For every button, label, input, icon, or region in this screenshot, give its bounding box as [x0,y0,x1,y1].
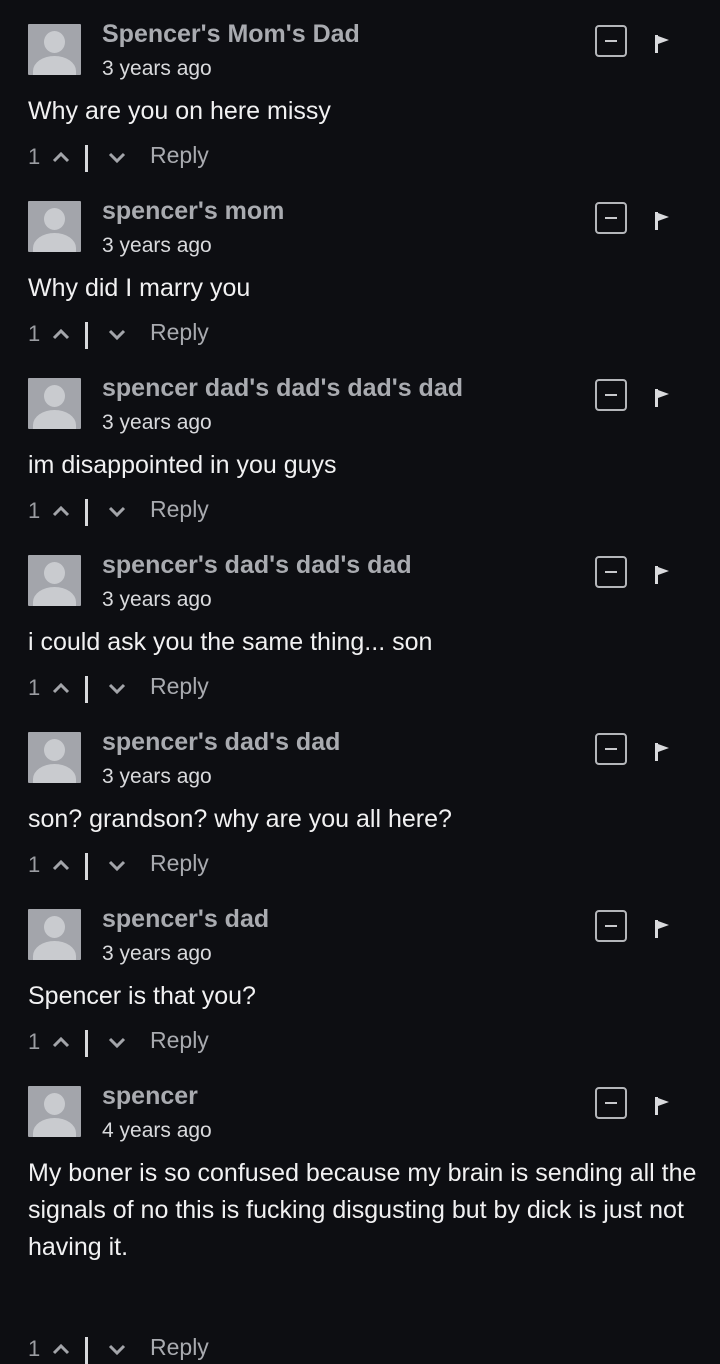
vote-count: 1 [28,675,41,700]
avatar[interactable] [28,909,81,960]
vote-divider [85,853,88,880]
comment: spencer's dad 3 years ago Spencer is tha… [0,885,720,1062]
comment-author[interactable]: spencer [102,1082,198,1111]
comment-text: Spencer is that you? [28,982,256,1010]
comment: Spencer's Mom's Dad 3 years ago Why are … [0,0,720,177]
vote-count: 1 [28,144,41,169]
flag-icon[interactable] [652,387,672,409]
comment-actions: 1 Reply [28,850,328,880]
downvote-chevron-down-icon[interactable] [106,856,128,874]
comment-text: im disappointed in you guys [28,451,337,479]
comment-actions: 1 Reply [28,319,328,349]
collapse-button[interactable] [595,556,627,588]
vote-divider [85,1030,88,1057]
comment-timestamp: 3 years ago [102,765,212,788]
comment: spencer dad's dad's dad's dad 3 years ag… [0,354,720,531]
comment: spencer 4 years ago My boner is so confu… [0,1062,720,1364]
minus-icon [605,40,617,42]
comment: spencer's dad's dad 3 years ago son? gra… [0,708,720,885]
avatar[interactable] [28,378,81,429]
collapse-button[interactable] [595,910,627,942]
downvote-chevron-down-icon[interactable] [106,1033,128,1051]
collapse-button[interactable] [595,733,627,765]
comment-author[interactable]: spencer's dad's dad's dad [102,551,412,580]
minus-icon [605,1102,617,1104]
comment-actions: 1 Reply [28,142,328,172]
upvote-chevron-up-icon[interactable] [50,502,72,520]
comment-text: My boner is so confused because my brain… [28,1159,697,1261]
comment-thread: Spencer's Mom's Dad 3 years ago Why are … [0,0,720,1364]
downvote-chevron-down-icon[interactable] [106,502,128,520]
collapse-button[interactable] [595,25,627,57]
avatar[interactable] [28,555,81,606]
minus-icon [605,748,617,750]
comment-text: Why did I marry you [28,274,251,302]
avatar[interactable] [28,732,81,783]
comment-timestamp: 4 years ago [102,1119,212,1142]
upvote-chevron-up-icon[interactable] [50,1340,72,1358]
reply-button[interactable]: Reply [150,319,209,346]
reply-button[interactable]: Reply [150,850,209,877]
flag-icon[interactable] [652,564,672,586]
comment-text: Why are you on here missy [28,97,331,125]
comment-timestamp: 3 years ago [102,942,212,965]
vote-count: 1 [28,852,41,877]
flag-icon[interactable] [652,918,672,940]
minus-icon [605,217,617,219]
vote-count: 1 [28,321,41,346]
comment-author[interactable]: Spencer's Mom's Dad [102,20,360,49]
comment-timestamp: 3 years ago [102,57,212,80]
flag-icon[interactable] [652,1095,672,1117]
upvote-chevron-up-icon[interactable] [50,1033,72,1051]
downvote-chevron-down-icon[interactable] [106,679,128,697]
collapse-button[interactable] [595,202,627,234]
vote-divider [85,145,88,172]
collapse-button[interactable] [595,379,627,411]
downvote-chevron-down-icon[interactable] [106,325,128,343]
vote-divider [85,322,88,349]
reply-button[interactable]: Reply [150,142,209,169]
upvote-chevron-up-icon[interactable] [50,679,72,697]
avatar[interactable] [28,201,81,252]
comment: spencer's dad's dad's dad 3 years ago i … [0,531,720,708]
vote-count: 1 [28,498,41,523]
reply-button[interactable]: Reply [150,673,209,700]
reply-button[interactable]: Reply [150,1027,209,1054]
flag-icon[interactable] [652,741,672,763]
minus-icon [605,394,617,396]
upvote-chevron-up-icon[interactable] [50,148,72,166]
comment-author[interactable]: spencer's dad [102,905,269,934]
comment-actions: 1 Reply [28,496,328,526]
vote-divider [85,676,88,703]
avatar[interactable] [28,1086,81,1137]
vote-count: 1 [28,1029,41,1054]
comment-text: i could ask you the same thing... son [28,628,433,656]
comment: spencer's mom 3 years ago Why did I marr… [0,177,720,354]
collapse-button[interactable] [595,1087,627,1119]
upvote-chevron-up-icon[interactable] [50,325,72,343]
avatar[interactable] [28,24,81,75]
comment-author[interactable]: spencer's mom [102,197,284,226]
minus-icon [605,571,617,573]
comment-actions: 1 Reply [28,1027,328,1057]
minus-icon [605,925,617,927]
vote-divider [85,499,88,526]
reply-button[interactable]: Reply [150,1334,209,1361]
downvote-chevron-down-icon[interactable] [106,148,128,166]
upvote-chevron-up-icon[interactable] [50,856,72,874]
comment-actions: 1 Reply [28,1334,328,1364]
comment-author[interactable]: spencer dad's dad's dad's dad [102,374,463,403]
flag-icon[interactable] [652,33,672,55]
vote-count: 1 [28,1336,41,1361]
comment-timestamp: 3 years ago [102,234,212,257]
comment-text: son? grandson? why are you all here? [28,805,452,833]
downvote-chevron-down-icon[interactable] [106,1340,128,1358]
flag-icon[interactable] [652,210,672,232]
comment-timestamp: 3 years ago [102,411,212,434]
vote-divider [85,1337,88,1364]
reply-button[interactable]: Reply [150,496,209,523]
comment-author[interactable]: spencer's dad's dad [102,728,340,757]
comment-timestamp: 3 years ago [102,588,212,611]
comment-actions: 1 Reply [28,673,328,703]
